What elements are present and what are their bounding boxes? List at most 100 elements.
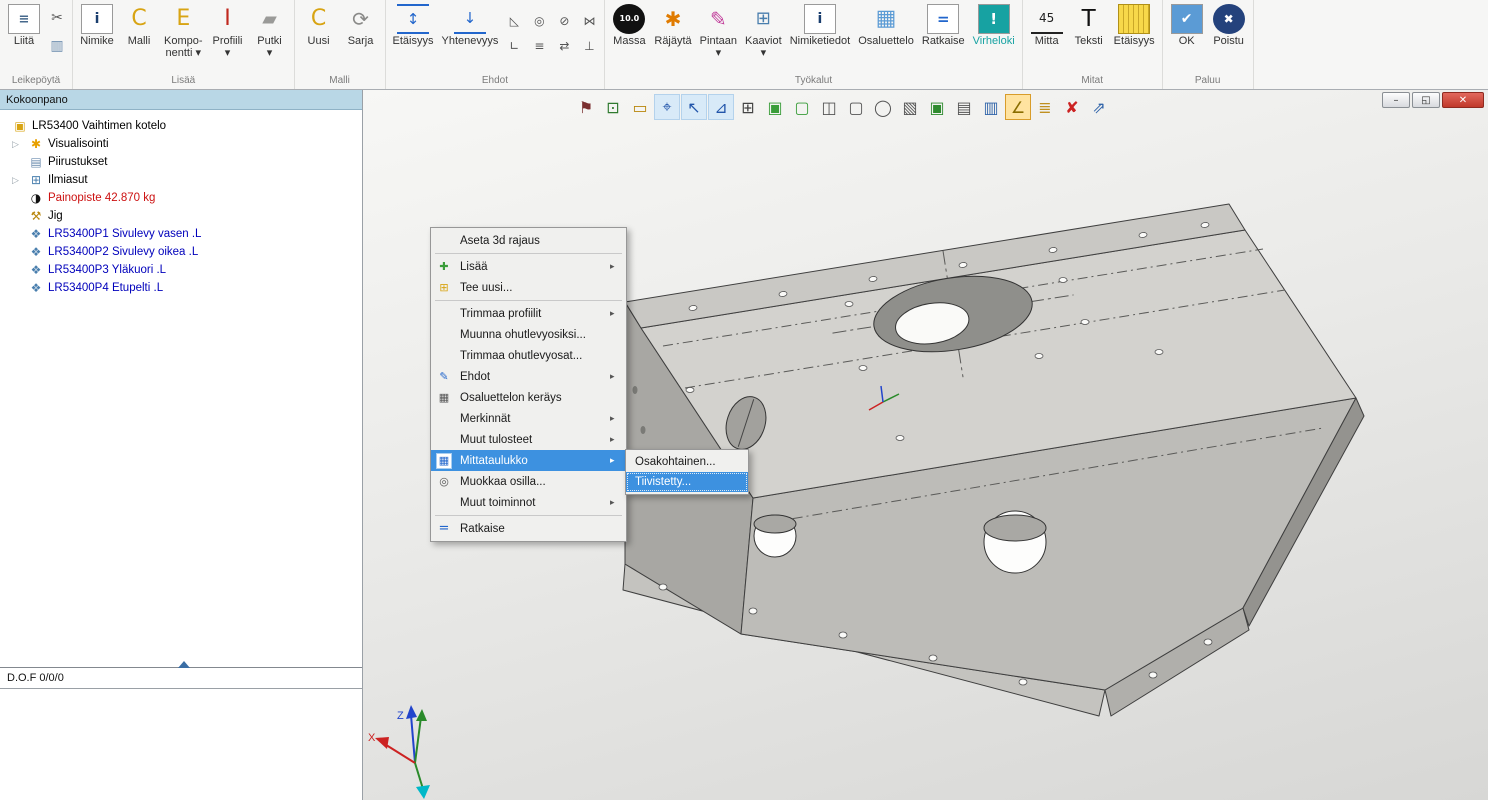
menu-separator xyxy=(435,515,622,516)
virheloki-button[interactable]: !Virheloki xyxy=(970,2,1018,66)
poistu-button[interactable]: ✖Poistu xyxy=(1209,2,1249,66)
komponentti-button[interactable]: EKompo- nentti ▾ xyxy=(161,2,206,66)
etaisyys-mitta-button[interactable]: Etäisyys xyxy=(1111,2,1158,66)
menu-item-osaluettelon-ker-ys[interactable]: ▦Osaluettelon keräys xyxy=(431,387,626,408)
malli-button[interactable]: CMalli xyxy=(119,2,159,66)
cut-button[interactable]: ✂ xyxy=(46,7,68,29)
profiili-button[interactable]: IProfiili ▾ xyxy=(208,2,248,66)
tree-item-ilmiasut[interactable]: ▷⊞Ilmiasut xyxy=(0,171,362,189)
close-button[interactable]: ✕ xyxy=(1442,92,1484,108)
ribbon-group-leikep-yt: ≡Liitä✂▥Leikepöytä xyxy=(0,0,73,89)
mittataulukko-icon-slot: ▦ xyxy=(431,453,457,469)
copy-button[interactable]: ▥ xyxy=(46,35,68,57)
tree-item-p4[interactable]: ❖LR53400P4 Etupelti .L xyxy=(0,279,362,297)
tree-item-jig[interactable]: ⚒Jig xyxy=(0,207,362,225)
uusi-button[interactable]: CUusi xyxy=(299,2,339,66)
menu-item-aseta-3d-rajaus[interactable]: Aseta 3d rajaus xyxy=(431,230,626,251)
cylinder-icon[interactable]: ◯ xyxy=(870,94,896,120)
axis-z-label: Z xyxy=(397,710,404,722)
select-point-icon[interactable]: ⌖ xyxy=(654,94,680,120)
midpoint-condition-icon[interactable]: ⋈ xyxy=(578,10,600,32)
sheet-list-icon[interactable]: ▤ xyxy=(951,94,977,120)
tree-item-p3[interactable]: ❖LR53400P3 Yläkuori .L xyxy=(0,261,362,279)
parallel-condition-icon[interactable]: ≡ xyxy=(528,35,550,57)
menu-item-merkinn-t[interactable]: Merkinnät▸ xyxy=(431,408,626,429)
osaluettelo-icon: ▦ xyxy=(870,4,902,34)
ruler-icon[interactable]: ▭ xyxy=(627,94,653,120)
menu-item-muunna-ohutlevyosiksi[interactable]: Muunna ohutlevyosiksi... xyxy=(431,324,626,345)
angle-condition-icon[interactable]: ◺ xyxy=(503,10,525,32)
swap-condition-icon[interactable]: ⇄ xyxy=(553,35,575,57)
menu-item-muut-tulosteet[interactable]: Muut tulosteet▸ xyxy=(431,429,626,450)
menu-item-ehdot[interactable]: ✎Ehdot▸ xyxy=(431,366,626,387)
fit-box-icon[interactable]: ⊡ xyxy=(600,94,626,120)
new-part-icon[interactable]: ▣ xyxy=(762,94,788,120)
box-front-icon[interactable]: ▢ xyxy=(843,94,869,120)
select-face-icon[interactable]: ⊿ xyxy=(708,94,734,120)
menu-item-mittataulukko[interactable]: ▦Mittataulukko▸ xyxy=(431,450,626,471)
normal-condition-icon[interactable]: ⊥ xyxy=(578,35,600,57)
export-icon[interactable]: ⇗ xyxy=(1086,94,1112,120)
tree-item-p2[interactable]: ❖LR53400P2 Sivulevy oikea .L xyxy=(0,243,362,261)
tree-item-p2-icon: ❖ xyxy=(28,245,44,259)
menu-item-label: Mittataulukko xyxy=(457,455,610,467)
tree-item-p1[interactable]: ❖LR53400P1 Sivulevy vasen .L xyxy=(0,225,362,243)
green-cube-icon[interactable]: ▣ xyxy=(924,94,950,120)
paste-button[interactable]: ≡Liitä xyxy=(4,2,44,66)
bend-angle-icon[interactable]: ∠ xyxy=(1005,94,1031,120)
teksti-button[interactable]: TTeksti xyxy=(1069,2,1109,66)
copy-sheet-icon[interactable]: ▥ xyxy=(978,94,1004,120)
rajayta-button[interactable]: ✱Räjäytä xyxy=(651,2,694,66)
nimiketiedot-button[interactable]: iNimiketiedot xyxy=(787,2,854,66)
menu-item-muut-toiminnot[interactable]: Muut toiminnot▸ xyxy=(431,492,626,513)
delete-icon[interactable]: ✘ xyxy=(1059,94,1085,120)
pick-part-icon[interactable]: ⊞ xyxy=(735,94,761,120)
box-outline-icon[interactable]: ▢ xyxy=(789,94,815,120)
group-label-paluu: Paluu xyxy=(1167,74,1249,89)
viewport-3d[interactable]: ⚑⊡▭⌖↖⊿⊞▣▢◫▢◯▧▣▤▥∠≣✘⇗ –◱✕ Z X Aseta 3d ra… xyxy=(363,90,1488,800)
minimize-button[interactable]: – xyxy=(1382,92,1410,108)
ribbon-group-lis: iNimikeCMalliEKompo- nentti ▾IProfiili ▾… xyxy=(73,0,295,89)
etaisyys-ehto-button[interactable]: ↕Etäisyys xyxy=(390,2,437,66)
box-top-icon[interactable]: ◫ xyxy=(816,94,842,120)
ratkaise-button[interactable]: =Ratkaise xyxy=(919,2,968,66)
tree-item-root[interactable]: ▣LR53400 Vaihtimen kotelo xyxy=(0,117,362,135)
select-edge-icon[interactable]: ↖ xyxy=(681,94,707,120)
putki-button[interactable]: ▰Putki ▾ xyxy=(250,2,290,66)
cube-icon[interactable]: ▧ xyxy=(897,94,923,120)
yhtenevyys-button[interactable]: ↓Yhtenevyys xyxy=(439,2,502,66)
tree-item-painopiste[interactable]: ◑Painopiste 42.870 kg xyxy=(0,189,362,207)
menu-item-tee-uusi[interactable]: ⊞Tee uusi... xyxy=(431,277,626,298)
submenu-item-tiivistetty[interactable]: Tiivistetty... xyxy=(626,472,748,492)
scroll-marker-icon[interactable] xyxy=(178,661,190,668)
etaisyys-ehto-icon: ↕ xyxy=(397,4,429,34)
tangent-condition-icon[interactable]: ⊘ xyxy=(553,10,575,32)
sarja-button[interactable]: ⟳Sarja xyxy=(341,2,381,66)
menu-item-lis[interactable]: ✚Lisää▸ xyxy=(431,256,626,277)
massa-button[interactable]: 10.0Massa xyxy=(609,2,649,66)
pintaan-button[interactable]: ✎Pintaan ▾ xyxy=(697,2,740,66)
tree-item-piirustukset[interactable]: ▤Piirustukset xyxy=(0,153,362,171)
ribbon-group-paluu: ✔OK✖Poistu Paluu xyxy=(1163,0,1254,89)
pin-icon[interactable]: ⚑ xyxy=(573,94,599,120)
menu-item-label: Ehdot xyxy=(457,371,610,383)
nimike-button[interactable]: iNimike xyxy=(77,2,117,66)
concentric-condition-icon[interactable]: ◎ xyxy=(528,10,550,32)
expand-arrow-icon[interactable]: ▷ xyxy=(12,175,28,186)
ok-button[interactable]: ✔OK xyxy=(1167,2,1207,66)
menu-item-trimmaa-ohutlevyosat[interactable]: Trimmaa ohutlevyosat... xyxy=(431,345,626,366)
kaaviot-button[interactable]: ⊞Kaaviot ▾ xyxy=(742,2,785,66)
tree-item-visualisointi[interactable]: ▷✱Visualisointi xyxy=(0,135,362,153)
perpendicular-condition-icon[interactable]: ∟ xyxy=(503,35,525,57)
menu-item-trimmaa-profiilit[interactable]: Trimmaa profiilit▸ xyxy=(431,303,626,324)
restore-button[interactable]: ◱ xyxy=(1412,92,1440,108)
submenu-arrow-icon: ▸ xyxy=(610,308,626,319)
expand-arrow-icon[interactable]: ▷ xyxy=(12,139,28,150)
submenu-item-osakohtainen[interactable]: Osakohtainen... xyxy=(626,452,748,472)
mitta-button[interactable]: 45Mitta xyxy=(1027,2,1067,66)
menu-item-ratkaise[interactable]: =Ratkaise xyxy=(431,518,626,539)
osaluettelo-button[interactable]: ▦Osaluettelo xyxy=(855,2,917,66)
menu-item-muokkaa-osilla[interactable]: ◎Muokkaa osilla... xyxy=(431,471,626,492)
print-sheets-icon[interactable]: ≣ xyxy=(1032,94,1058,120)
uusi-label: Uusi xyxy=(308,35,330,47)
